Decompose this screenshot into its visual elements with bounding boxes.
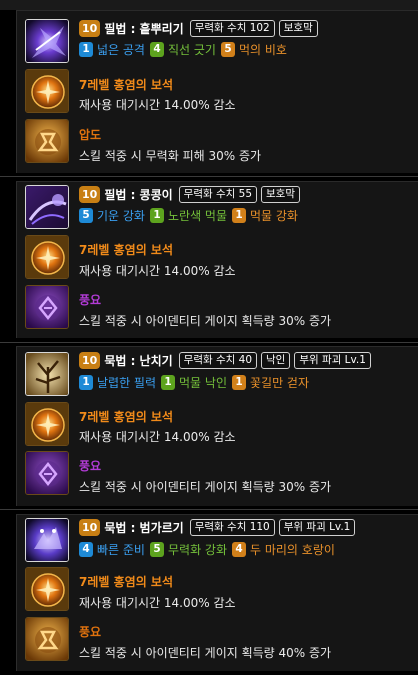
tripod-level-badge: 1 <box>149 208 164 223</box>
gem-icon[interactable] <box>25 235 69 279</box>
gem-description: 재사용 대기시간 14.00% 감소 <box>79 98 236 112</box>
tripod-row: 5 기운 강화 1 노란색 먹물 1 먹물 강화 <box>79 207 298 224</box>
rune-name: 풍요 <box>79 293 102 307</box>
skill-card: 10 묵법 : 난치기 무력화 수치 40 낙인 부위 파괴 Lv.1 1 날렵한 필력 1 먹… <box>16 346 418 506</box>
skill-header-row: 10 필법 : 콩콩이 무력화 수치 55 보호막 <box>79 186 300 203</box>
rune-purple-icon[interactable] <box>25 285 69 329</box>
tripod-row: 1 넓은 공격 4 직선 긋기 5 먹의 비호 <box>79 41 287 58</box>
skill-tag: 무력화 수치 40 <box>178 352 258 369</box>
tripod-item: 4 두 마리의 호랑이 <box>232 541 335 558</box>
tripod-item: 1 넓은 공격 <box>79 41 145 58</box>
tripod-name: 빠른 준비 <box>97 543 145 557</box>
gem-icon[interactable] <box>25 69 69 113</box>
skill-card: 10 묵법 : 범가르기 무력화 수치 110 부위 파괴 Lv.1 4 빠른 준비 5 무력… <box>16 514 418 671</box>
tripod-level-badge: 4 <box>149 42 164 57</box>
skill-icon[interactable] <box>25 19 69 63</box>
rune-description: 스킬 적중 시 아이덴티티 게이지 획득량 30% 증가 <box>79 480 332 494</box>
skill-level-badge: 10 <box>79 20 101 37</box>
tripod-item: 1 날렵한 필력 <box>79 374 156 391</box>
skill-icon[interactable] <box>25 518 69 562</box>
tripod-item: 1 꽃길만 걷자 <box>232 374 309 391</box>
tripod-level-badge: 5 <box>79 208 93 223</box>
tripod-item: 1 먹물 낙인 <box>161 374 227 391</box>
tripod-name: 먹물 강화 <box>250 209 298 223</box>
skill-name: 필법 : 흩뿌리기 <box>104 22 184 36</box>
skill-level-badge: 10 <box>79 352 101 369</box>
gem-name: 7레벨 홍염의 보석 <box>79 78 173 92</box>
skill-card: 10 필법 : 콩콩이 무력화 수치 55 보호막 5 기운 강화 1 노란색 먹물 1 먹물 강… <box>16 181 418 338</box>
gem-icon[interactable] <box>25 402 69 446</box>
tripod-level-badge: 1 <box>79 42 93 57</box>
skill-name: 묵법 : 난치기 <box>104 354 173 368</box>
tripod-item: 4 직선 긋기 <box>149 41 216 58</box>
rune-purple-icon[interactable] <box>25 451 69 495</box>
skill-level-badge: 10 <box>79 519 101 536</box>
gem-name: 7레벨 홍염의 보석 <box>79 575 173 589</box>
tripod-name: 먹의 비호 <box>238 43 287 57</box>
tripod-row: 1 날렵한 필력 1 먹물 낙인 1 꽃길만 걷자 <box>79 374 309 391</box>
tripod-name: 무력화 강화 <box>167 543 227 557</box>
skill-icon[interactable] <box>25 185 69 229</box>
tripod-name: 직선 긋기 <box>167 43 216 57</box>
tripod-row: 4 빠른 준비 5 무력화 강화 4 두 마리의 호랑이 <box>79 541 335 558</box>
skill-tag: 무력화 수치 55 <box>178 186 258 203</box>
rune-orange-icon[interactable] <box>25 617 69 661</box>
skill-card: 10 필법 : 흩뿌리기 무력화 수치 102 보호막 1 넓은 공격 4 직선 긋기 5 먹의 … <box>16 10 418 173</box>
top-strip <box>0 0 418 10</box>
tripod-level-badge: 1 <box>232 208 246 223</box>
skill-tag: 보호막 <box>278 20 318 37</box>
skill-icon[interactable] <box>25 352 69 396</box>
skill-tag: 무력화 수치 102 <box>189 20 275 37</box>
skill-name: 필법 : 콩콩이 <box>104 188 173 202</box>
tripod-item: 5 무력화 강화 <box>149 541 227 558</box>
gem-description: 재사용 대기시간 14.00% 감소 <box>79 430 236 444</box>
tripod-item: 5 기운 강화 <box>79 207 145 224</box>
rune-description: 스킬 적중 시 아이덴티티 게이지 획득량 40% 증가 <box>79 646 332 660</box>
skill-header-row: 10 묵법 : 난치기 무력화 수치 40 낙인 부위 파괴 Lv.1 <box>79 352 371 369</box>
tripod-level-badge: 1 <box>232 375 246 390</box>
tripod-name: 먹물 낙인 <box>179 376 227 390</box>
tripod-level-badge: 4 <box>232 542 246 557</box>
tripod-item: 1 먹물 강화 <box>232 207 298 224</box>
gem-description: 재사용 대기시간 14.00% 감소 <box>79 264 236 278</box>
skill-tag: 부위 파괴 Lv.1 <box>278 519 356 536</box>
tripod-level-badge: 4 <box>79 542 93 557</box>
rune-name: 풍요 <box>79 625 102 639</box>
tripod-item: 4 빠른 준비 <box>79 541 145 558</box>
card-separator <box>0 176 418 177</box>
gem-name: 7레벨 홍염의 보석 <box>79 410 173 424</box>
skill-tag: 낙인 <box>261 352 291 369</box>
skill-name: 묵법 : 범가르기 <box>104 521 184 535</box>
tripod-level-badge: 1 <box>161 375 176 390</box>
tripod-level-badge: 5 <box>220 42 235 57</box>
gem-description: 재사용 대기시간 14.00% 감소 <box>79 596 236 610</box>
tripod-name: 기운 강화 <box>97 209 145 223</box>
rune-description: 스킬 적중 시 무력화 피해 30% 증가 <box>79 149 262 163</box>
skill-tag: 보호막 <box>261 186 300 203</box>
skill-tag: 부위 파괴 Lv.1 <box>294 352 371 369</box>
card-separator <box>0 342 418 343</box>
tripod-name: 노란색 먹물 <box>167 209 227 223</box>
rune-orange-icon[interactable] <box>25 119 69 163</box>
card-separator <box>0 509 418 510</box>
rune-name: 압도 <box>79 128 102 142</box>
gem-icon[interactable] <box>25 567 69 611</box>
tripod-name: 날렵한 필력 <box>97 376 157 390</box>
skill-tag: 무력화 수치 110 <box>189 519 275 536</box>
tripod-level-badge: 1 <box>79 375 93 390</box>
tripod-item: 1 노란색 먹물 <box>149 207 227 224</box>
tripod-level-badge: 5 <box>149 542 164 557</box>
tripod-name: 두 마리의 호랑이 <box>250 543 335 557</box>
skill-header-row: 10 필법 : 흩뿌리기 무력화 수치 102 보호막 <box>79 20 318 37</box>
rune-name: 풍요 <box>79 459 102 473</box>
rune-description: 스킬 적중 시 아이덴티티 게이지 획득량 30% 증가 <box>79 314 332 328</box>
tripod-item: 5 먹의 비호 <box>220 41 287 58</box>
tripod-name: 꽃길만 걷자 <box>250 376 310 390</box>
skill-level-badge: 10 <box>79 186 101 203</box>
tripod-name: 넓은 공격 <box>97 43 145 57</box>
skill-header-row: 10 묵법 : 범가르기 무력화 수치 110 부위 파괴 Lv.1 <box>79 519 356 536</box>
gem-name: 7레벨 홍염의 보석 <box>79 243 173 257</box>
